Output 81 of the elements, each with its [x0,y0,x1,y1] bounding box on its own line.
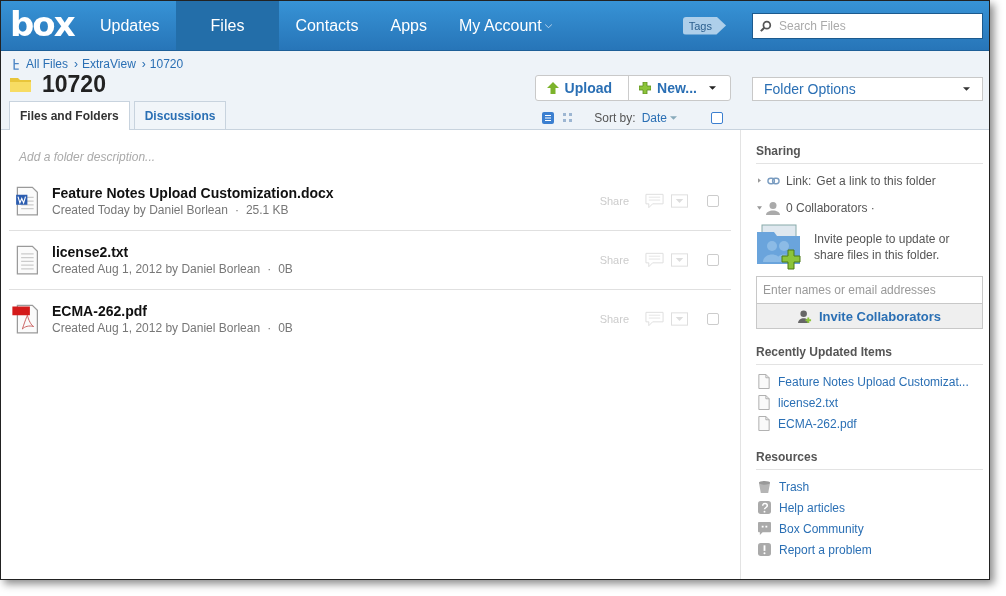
recent-item-link[interactable]: Feature Notes Upload Customizat... [778,374,969,389]
resource-link[interactable]: Report a problem [779,542,872,557]
comment-icon[interactable] [645,193,664,209]
expand-arrow-icon [758,178,761,183]
recent-item-link[interactable]: license2.txt [778,395,839,410]
add-person-icon [797,309,813,323]
section-heading: Recently Updated Items [756,345,983,365]
collaborators-toggle[interactable]: 0 Collaborators · [786,200,875,215]
sort-dropdown[interactable]: Date [641,111,677,125]
section-heading: Resources [756,450,983,470]
person-icon [766,200,780,215]
file-size: 0B [278,321,293,335]
row-checkbox[interactable] [707,313,719,325]
file-name-link[interactable]: license2.txt [52,244,600,260]
tab[interactable]: Discussions [133,101,227,129]
nav-tab[interactable]: Files [175,1,280,50]
caret-icon [709,86,716,90]
caret-icon [963,87,970,91]
breadcrumb-separator: › [74,57,78,71]
folder-title: 10720 [42,70,106,98]
dropdown-icon[interactable] [671,194,688,208]
help-icon [758,501,771,514]
trash-icon [758,480,771,493]
exclamation-icon [758,543,771,556]
breadcrumb-link[interactable]: 10720 [149,57,184,71]
pdf-file-icon [12,304,39,334]
folder-people-icon [756,224,804,270]
separator-dot: · [267,262,272,276]
file-details: Created Aug 1, 2012 by Daniel Borlean [52,262,261,276]
row-checkbox[interactable] [707,195,719,207]
tags-button[interactable]: Tags [682,16,726,35]
plus-icon [639,82,652,94]
caret-icon [670,116,677,120]
tree-icon [12,58,20,70]
comment-icon[interactable] [645,311,664,327]
speech-bubble-icon [758,522,771,535]
row-checkbox[interactable] [707,254,719,266]
file-name-link[interactable]: ECMA-262.pdf [52,303,600,319]
file-details: Created Today by Daniel Borlean [52,203,228,217]
get-link[interactable]: Get a link to this folder [816,173,936,188]
resource-link[interactable]: Trash [779,479,810,494]
folder-options-dropdown[interactable]: Folder Options [752,77,983,101]
search-field[interactable]: Search Files [752,12,983,39]
document-icon [758,416,770,431]
select-all-checkbox[interactable] [711,112,723,124]
up-arrow-icon [546,82,559,94]
nav-tab[interactable]: Contacts [279,1,375,50]
invite-field[interactable]: Enter names or email addresses [756,276,983,304]
breadcrumb-link[interactable]: All Files [26,57,68,71]
file-size: 25.1 KB [245,203,289,217]
breadcrumb-link[interactable]: ExtraView [82,57,136,71]
nav-tab[interactable]: My Account [443,1,568,50]
list-view-icon[interactable] [542,112,555,124]
grid-view-icon[interactable] [562,112,575,124]
breadcrumb-separator: › [141,57,146,71]
tab[interactable]: Files and Folders [9,101,130,130]
dropdown-icon[interactable] [671,312,688,326]
separator-dot: · [267,321,272,335]
link-label: Link: [786,173,812,188]
dropdown-icon[interactable] [671,253,688,267]
link-icon [767,176,780,185]
file-name-link[interactable]: Feature Notes Upload Customization.docx [52,185,600,201]
nav-tab[interactable]: Apps [374,1,443,50]
section-heading: Sharing [756,144,983,164]
invite-text: Invite people to update or share files in this folder. [814,231,951,263]
file-details: Created Aug 1, 2012 by Daniel Borlean [52,321,261,335]
resource-link[interactable]: Box Community [779,521,864,536]
sort-label: Sort by: [594,111,636,125]
document-icon [758,395,770,410]
new-button[interactable]: New... [628,76,730,100]
resource-link[interactable]: Help articles [779,500,846,515]
comment-icon[interactable] [645,252,664,268]
upload-button[interactable]: Upload [535,76,629,100]
invite-collaborators-button[interactable]: Invite Collaborators [756,304,983,329]
document-icon [758,374,770,389]
logo[interactable]: box [1,3,84,48]
recent-item-link[interactable]: ECMA-262.pdf [778,416,857,431]
folder-icon [9,75,33,93]
file-size: 0B [278,262,293,276]
separator-dot: · [234,203,239,217]
nav-tab[interactable]: Updates [84,1,176,50]
